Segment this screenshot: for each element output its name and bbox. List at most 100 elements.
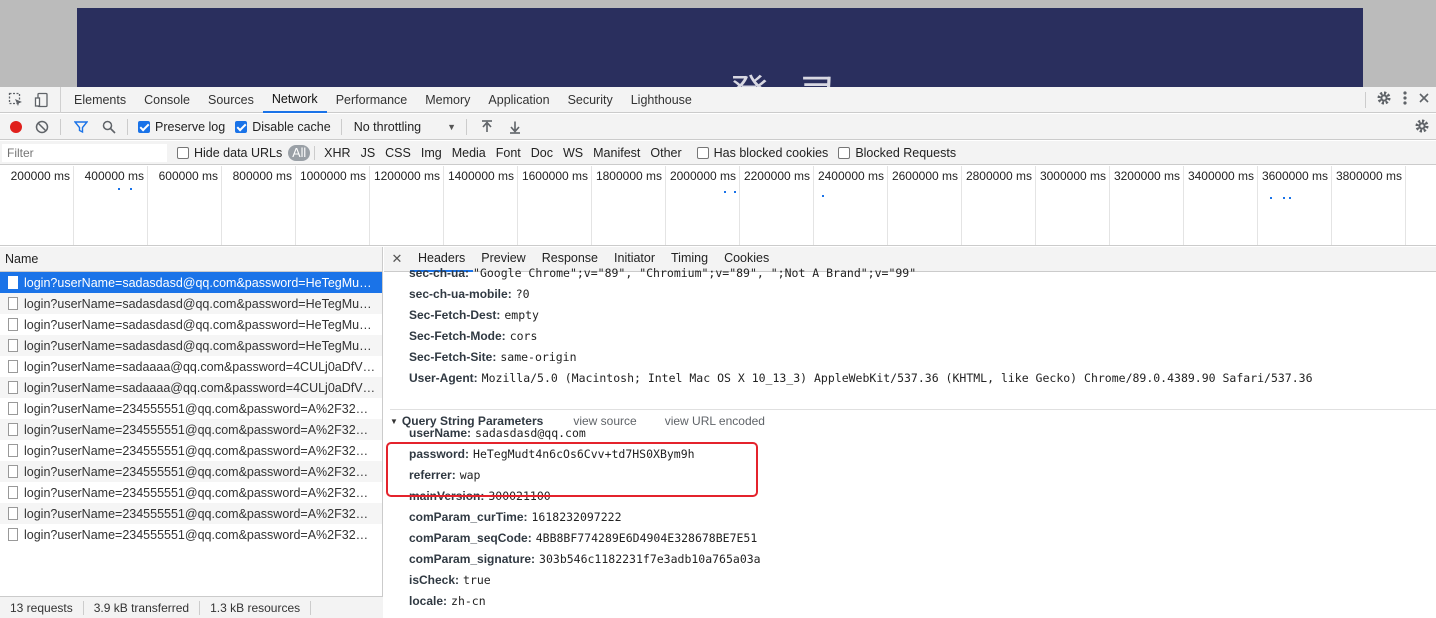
request-row[interactable]: login?userName=sadasdasd@qq.com&password… (0, 335, 382, 356)
tab-application[interactable]: Application (479, 87, 558, 113)
expand-triangle-icon: ▼ (390, 416, 398, 426)
request-row[interactable]: login?userName=sadasdasd@qq.com&password… (0, 272, 382, 293)
checkbox-unchecked-icon[interactable] (696, 146, 709, 159)
header-row: Sec-Fetch-Mode: cors (409, 329, 537, 343)
filter-type-ws[interactable]: WS (558, 146, 588, 160)
tab-sources[interactable]: Sources (199, 87, 263, 113)
clear-icon[interactable] (34, 119, 50, 135)
request-row[interactable]: login?userName=sadasdasd@qq.com&password… (0, 314, 382, 335)
request-row[interactable]: login?userName=234555551@qq.com&password… (0, 524, 382, 545)
transferred-size: 3.9 kB transferred (84, 600, 201, 615)
document-icon (8, 339, 18, 352)
timeline-request-marker (724, 191, 726, 193)
request-name: login?userName=234555551@qq.com&password… (24, 443, 376, 458)
checkbox-unchecked-icon[interactable] (838, 146, 851, 159)
header-name: Sec-Fetch-Mode: (409, 329, 506, 343)
tab-network[interactable]: Network (262, 87, 327, 113)
tab-console[interactable]: Console (135, 87, 199, 113)
document-icon (8, 507, 18, 520)
tab-performance[interactable]: Performance (327, 87, 417, 113)
checkbox-checked-icon[interactable] (138, 120, 150, 133)
timeline-request-marker (118, 188, 120, 190)
header-name: comParam_curTime: (409, 510, 528, 524)
device-toolbar-icon[interactable] (32, 90, 52, 110)
tab-memory[interactable]: Memory (416, 87, 479, 113)
network-toolbar: Preserve log Disable cache No throttling… (0, 114, 1436, 140)
header-row: comParam_curTime: 1618232097222 (409, 510, 622, 524)
filter-type-img[interactable]: Img (416, 146, 447, 160)
filter-type-media[interactable]: Media (447, 146, 491, 160)
document-icon (8, 360, 18, 373)
hide-data-urls-checkbox[interactable]: Hide data URLs (177, 146, 282, 160)
hide-data-urls-label: Hide data URLs (194, 145, 283, 160)
tab-elements[interactable]: Elements (65, 87, 135, 113)
request-row[interactable]: login?userName=234555551@qq.com&password… (0, 398, 382, 419)
import-har-icon[interactable] (479, 119, 495, 135)
header-row: Sec-Fetch-Site: same-origin (409, 350, 577, 364)
settings-gear-icon[interactable] (1376, 90, 1392, 109)
throttling-select[interactable]: No throttling ▼ (354, 120, 456, 134)
document-icon (8, 276, 18, 289)
filter-type-xhr[interactable]: XHR (319, 146, 355, 160)
request-row[interactable]: login?userName=234555551@qq.com&password… (0, 482, 382, 503)
filter-type-js[interactable]: JS (356, 146, 381, 160)
checkbox-unchecked-icon[interactable] (177, 146, 189, 159)
devtools-tabbar: Elements Console Sources Network Performance… (0, 86, 1436, 113)
export-har-icon[interactable] (507, 119, 523, 135)
filter-type-manifest[interactable]: Manifest (588, 146, 645, 160)
has-blocked-cookies-checkbox[interactable]: Has blocked cookies (696, 146, 828, 160)
close-detail-icon[interactable]: ✕ (384, 251, 410, 267)
request-row[interactable]: login?userName=234555551@qq.com&password… (0, 440, 382, 461)
header-value: ?0 (515, 287, 530, 301)
search-icon[interactable] (101, 119, 117, 135)
header-value: 1618232097222 (531, 510, 622, 524)
view-url-encoded-link[interactable]: view URL encoded (665, 414, 765, 428)
filter-icon[interactable] (73, 119, 89, 135)
filter-type-doc[interactable]: Doc (526, 146, 558, 160)
request-row[interactable]: login?userName=234555551@qq.com&password… (0, 461, 382, 482)
header-name: Sec-Fetch-Dest: (409, 308, 501, 322)
preserve-log-checkbox[interactable]: Preserve log (138, 120, 225, 134)
disable-cache-label: Disable cache (252, 119, 331, 134)
filter-bar: Hide data URLs All XHRJSCSSImgMediaFontDo… (0, 141, 1436, 165)
network-overview-timeline[interactable]: 200000 ms 400000 ms 600000 ms 800000 ms 1000… (0, 166, 1436, 246)
divider (60, 118, 61, 135)
inspect-element-icon[interactable] (6, 90, 26, 110)
request-list: Name login?userName=sadasdasd@qq.com&pas… (0, 247, 383, 618)
header-row: userName: sadasdasd@qq.com (409, 426, 586, 440)
disable-cache-checkbox[interactable]: Disable cache (235, 120, 331, 134)
filter-type-css[interactable]: CSS (380, 146, 416, 160)
request-row[interactable]: login?userName=234555551@qq.com&password… (0, 503, 382, 524)
more-options-icon[interactable] (1402, 90, 1408, 109)
request-row[interactable]: login?userName=sadaaaa@qq.com&password=4… (0, 377, 382, 398)
filter-type-all[interactable]: All (288, 144, 311, 161)
filter-type-font[interactable]: Font (491, 146, 526, 160)
request-row[interactable]: login?userName=sadaaaa@qq.com&password=4… (0, 356, 382, 377)
checkbox-checked-icon[interactable] (235, 120, 248, 133)
request-row[interactable]: login?userName=sadasdasd@qq.com&password… (0, 293, 382, 314)
timeline-request-marker (1283, 197, 1285, 199)
header-name: Sec-Fetch-Site: (409, 350, 497, 364)
tabbar-right-controls (1365, 90, 1430, 109)
network-settings-gear-icon[interactable] (1414, 118, 1430, 137)
name-column-header[interactable]: Name (0, 247, 382, 272)
record-button-icon[interactable] (10, 120, 22, 133)
tab-security[interactable]: Security (559, 87, 622, 113)
request-row[interactable]: login?userName=234555551@qq.com&password… (0, 419, 382, 440)
header-value: sadasdasd@qq.com (475, 426, 586, 440)
timeline-request-marker (1270, 197, 1272, 199)
page-banner-title: 登 录 (729, 62, 846, 87)
header-value: 303b546c1182231f7e3adb10a765a03a (539, 552, 761, 566)
close-devtools-icon[interactable] (1418, 92, 1430, 107)
request-name: login?userName=234555551@qq.com&password… (24, 485, 376, 500)
header-name: userName: (409, 426, 472, 440)
blocked-requests-checkbox[interactable]: Blocked Requests (838, 146, 956, 160)
document-icon (8, 528, 18, 541)
document-icon (8, 486, 18, 499)
tab-lighthouse[interactable]: Lighthouse (622, 87, 701, 113)
page-banner: 登 录 (77, 8, 1363, 87)
header-row: comParam_signature: 303b546c1182231f7e3ad… (409, 552, 761, 566)
filter-input[interactable] (2, 143, 167, 162)
header-name: User-Agent: (409, 371, 478, 385)
filter-type-other[interactable]: Other (645, 146, 686, 160)
